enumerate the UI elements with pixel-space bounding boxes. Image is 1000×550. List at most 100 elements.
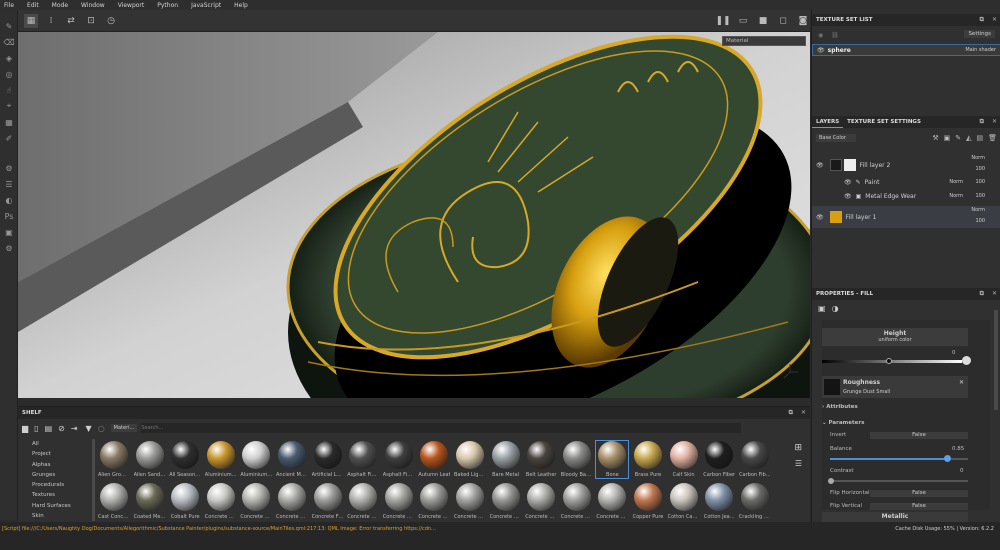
new-folder-icon[interactable]: ▯ xyxy=(34,424,38,433)
texture-set-row[interactable]: 👁 sphere Main shader xyxy=(812,44,1000,56)
polygon-fill-icon[interactable]: ▦ xyxy=(0,114,18,130)
settings-dropdown[interactable]: Settings xyxy=(964,30,995,38)
material-tile[interactable]: Cotton Can... xyxy=(668,483,700,520)
material-tile[interactable]: Brass Pure xyxy=(632,441,664,478)
blend-mode[interactable]: Norm xyxy=(949,193,963,199)
metallic-channel[interactable]: Metallic xyxy=(822,512,968,522)
shelf-category[interactable]: Hard Surfaces xyxy=(18,501,98,511)
pause-icon[interactable]: ❚❚ xyxy=(715,14,730,28)
menu-item[interactable]: Window xyxy=(81,2,105,9)
close-icon[interactable]: ✕ xyxy=(992,16,997,24)
close-icon[interactable]: ✕ xyxy=(992,118,997,126)
menu-item[interactable]: JavaScript xyxy=(191,2,221,9)
grid-icon[interactable]: ▦ xyxy=(24,13,38,28)
material-tile[interactable]: Ancient Metal xyxy=(276,441,308,478)
color-picker-icon[interactable] xyxy=(962,356,971,365)
material-tile[interactable]: Concrete Pl... xyxy=(347,483,379,520)
eraser-icon[interactable]: ⌫ xyxy=(0,34,18,50)
import-icon[interactable]: ⇥ xyxy=(71,424,78,433)
3d-viewport[interactable]: Material xyxy=(18,32,810,398)
viewport-mode-icon[interactable]: ▭ xyxy=(736,14,750,28)
material-tile[interactable]: Calf Skin xyxy=(668,441,700,478)
circle-icon[interactable]: ○ xyxy=(98,424,105,433)
python-icon[interactable]: Ps xyxy=(0,208,18,224)
menu-item[interactable]: File xyxy=(4,2,14,9)
clone-icon[interactable]: ⌖ xyxy=(0,98,18,114)
opacity-value[interactable]: 100 xyxy=(975,166,985,172)
shelf-category[interactable]: All xyxy=(18,439,98,449)
bake-icon[interactable]: ⚙ xyxy=(0,240,18,256)
folder-icon[interactable]: ▆ xyxy=(22,424,28,433)
filter-icon[interactable]: ▼ xyxy=(86,424,92,433)
shader-name[interactable]: Main shader xyxy=(965,47,996,53)
material-tile[interactable]: Copper Pure xyxy=(632,483,664,520)
layer-name[interactable]: Fill layer 2 xyxy=(860,162,891,169)
add-effect-icon[interactable]: ⚒ xyxy=(932,134,938,142)
material-tile[interactable]: Autumn Leaf xyxy=(418,441,450,478)
material-tile[interactable]: Alien Sand ... xyxy=(134,441,166,478)
layer-name[interactable]: Fill layer 1 xyxy=(846,214,877,221)
shelf-category[interactable]: Alphas xyxy=(18,460,98,470)
material-tile[interactable]: Carbon Fib... xyxy=(739,441,771,478)
shelf-category[interactable]: Textures xyxy=(18,490,98,500)
roughness-channel[interactable]: Roughness Grunge Dust Small ✕ xyxy=(822,376,968,398)
material-tile[interactable]: Asphalt Fin... xyxy=(383,441,415,478)
eye-icon[interactable]: 👁 xyxy=(844,179,852,186)
camera-icon[interactable]: ◻ xyxy=(776,14,790,28)
material-tile[interactable]: Bare Metal xyxy=(490,441,522,478)
material-tile[interactable]: Concrete D... xyxy=(276,483,308,520)
float-icon[interactable]: ⧉ xyxy=(980,16,984,24)
smudge-icon[interactable]: ☝ xyxy=(0,82,18,98)
channel-dropdown[interactable]: Base Color xyxy=(816,134,856,142)
invert-field[interactable]: False xyxy=(870,432,968,439)
display-settings-icon[interactable]: ☰ xyxy=(0,176,18,192)
grid-view-icon[interactable]: ⊞ xyxy=(794,443,802,453)
material-sphere-icon[interactable]: ◑ xyxy=(832,304,839,313)
shelf-category[interactable]: Project xyxy=(18,449,98,459)
contrast-slider[interactable] xyxy=(828,478,968,484)
menu-item[interactable]: Help xyxy=(234,2,248,9)
material-tile[interactable]: Concrete R... xyxy=(418,483,450,520)
flip-vertical-field[interactable]: False xyxy=(870,503,968,510)
frame-icon[interactable]: ⊡ xyxy=(84,14,98,28)
add-paint-layer-icon[interactable]: ✎ xyxy=(955,134,961,142)
blend-mode[interactable]: Norm xyxy=(971,207,985,213)
properties-scrollbar[interactable] xyxy=(994,310,998,410)
float-icon[interactable]: ⧉ xyxy=(980,118,984,126)
opacity-value[interactable]: 100 xyxy=(975,218,985,224)
contrast-slider-handle[interactable] xyxy=(828,478,834,484)
float-icon[interactable]: ⧉ xyxy=(980,290,984,298)
add-folder-icon[interactable]: ▤ xyxy=(976,134,983,142)
material-tile[interactable]: Carbon Fiber xyxy=(703,441,735,478)
material-tile[interactable]: Concrete Cl... xyxy=(240,483,272,520)
material-tile[interactable]: Cotton Jea... xyxy=(703,483,735,520)
shelf-category[interactable]: Procedurals xyxy=(18,480,98,490)
list-view-icon[interactable]: ☰ xyxy=(795,459,802,468)
attributes-section[interactable]: › Attributes xyxy=(822,404,858,410)
eye-icon[interactable]: 👁 xyxy=(816,214,824,221)
material-tile[interactable]: Concrete S... xyxy=(561,483,593,520)
material-tile[interactable]: Concrete R... xyxy=(454,483,486,520)
delete-icon[interactable]: 🗑 xyxy=(988,134,997,142)
viewport-channel-select[interactable]: Material xyxy=(722,36,806,46)
shelf-search-input[interactable] xyxy=(141,423,742,433)
height-slider-handle[interactable] xyxy=(886,358,892,364)
filter-tag[interactable]: Materi... xyxy=(110,424,138,432)
grid-dots-icon[interactable]: ⁞ xyxy=(44,14,58,28)
material-tile[interactable]: Artificial Lea... xyxy=(312,441,344,478)
tab-texture-set-settings[interactable]: TEXTURE SET SETTINGS xyxy=(843,119,925,125)
tab-layers[interactable]: LAYERS xyxy=(812,116,844,128)
categories-scrollbar[interactable] xyxy=(92,439,95,521)
flip-horizontal-field[interactable]: False xyxy=(870,490,968,497)
blend-mode[interactable]: Norm xyxy=(949,179,963,185)
shader-settings-icon[interactable]: ◐ xyxy=(0,192,18,208)
menu-item[interactable]: Viewport xyxy=(118,2,145,9)
material-tile[interactable]: Coated Metal xyxy=(134,483,166,520)
save-icon[interactable]: ▤ xyxy=(45,424,53,433)
height-channel[interactable]: Height uniform color xyxy=(822,328,968,346)
material-tile[interactable]: Concrete Fl... xyxy=(312,483,344,520)
visibility-icon[interactable]: ◉ xyxy=(818,32,823,39)
material-tile[interactable]: Asphalt Fin... xyxy=(347,441,379,478)
clear-icon[interactable]: ✕ xyxy=(959,379,964,386)
fill-material-icon[interactable]: ▣ xyxy=(818,304,826,313)
